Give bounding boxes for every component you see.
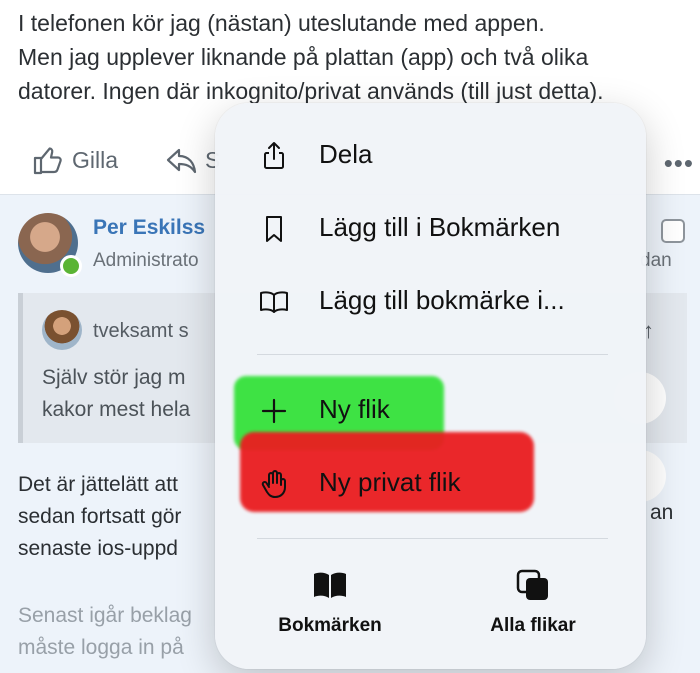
like-label: Gilla <box>72 146 119 173</box>
menu-divider <box>257 354 608 355</box>
select-checkbox[interactable] <box>661 219 685 243</box>
more-options-button[interactable]: ••• <box>664 148 694 179</box>
menu-item-label: Lägg till bokmärke i... <box>319 285 565 315</box>
bookmark-icon <box>266 216 282 242</box>
menu-item-new-private-tab[interactable]: Ny privat flik <box>215 453 646 515</box>
share-icon <box>264 142 284 169</box>
reply-arrow-icon <box>166 148 197 174</box>
menu-item-label: Dela <box>319 139 373 169</box>
quote-line: kakor mest hela <box>42 398 191 421</box>
thumbs-up-icon <box>33 147 62 175</box>
menu-item-add-bookmark[interactable]: Lägg till i Bokmärken <box>215 198 646 260</box>
all-tabs-icon <box>516 569 548 600</box>
menu-item-share[interactable]: Dela <box>215 125 646 187</box>
reply-line-fragment: an <box>650 501 674 524</box>
menu-item-new-tab[interactable]: Ny flik <box>215 380 646 442</box>
like-button[interactable]: Gilla <box>32 144 118 176</box>
bookmarks-book-icon <box>314 572 346 598</box>
author-role: Administrato <box>93 250 199 271</box>
reply-line: sedan fortsatt gör <box>18 505 182 528</box>
open-book-icon <box>260 291 288 313</box>
quote-text: Själv stör jag m kakor mest hela <box>42 362 190 426</box>
menu-item-label: Ny privat flik <box>319 467 461 497</box>
all-tabs-label: Alla flikar <box>490 615 576 636</box>
post-line: I telefonen kör jag (nästan) uteslutande… <box>18 10 545 36</box>
reply-button[interactable]: S <box>165 144 220 176</box>
all-tabs-button[interactable]: Alla flikar <box>473 569 593 637</box>
reply-line: måste logga in på <box>18 636 184 659</box>
menu-item-add-bookmark-to[interactable]: Lägg till bokmärke i... <box>215 271 646 333</box>
menu-divider <box>257 538 608 539</box>
reply-body-faded: Senast igår beklag måste logga in på <box>18 600 192 664</box>
post-line: Men jag upplever liknande på plattan (ap… <box>18 44 589 70</box>
post-text: I telefonen kör jag (nästan) uteslutande… <box>18 6 688 108</box>
quote-line: Själv stör jag m <box>42 366 186 389</box>
bookmarks-label: Bokmärken <box>278 615 382 636</box>
bookmarks-button[interactable]: Bokmärken <box>270 569 390 637</box>
reply-line: Senast igår beklag <box>18 604 192 627</box>
quote-avatar <box>42 310 82 350</box>
author-name[interactable]: Per Eskilss <box>93 216 205 240</box>
quote-author: tveksamt s <box>93 320 189 342</box>
menu-item-label: Lägg till i Bokmärken <box>319 212 561 242</box>
context-menu: Dela Lägg till i Bokmärken Lägg till bok… <box>215 103 646 669</box>
plus-icon <box>261 398 287 424</box>
hand-icon <box>261 470 286 498</box>
menu-item-label: Ny flik <box>319 394 390 424</box>
reply-line: senaste ios-uppd <box>18 537 178 560</box>
reply-line: Det är jättelätt att <box>18 473 178 496</box>
online-status-dot <box>60 255 82 277</box>
reply-body: Det är jättelätt att sedan fortsatt gör … <box>18 469 181 565</box>
